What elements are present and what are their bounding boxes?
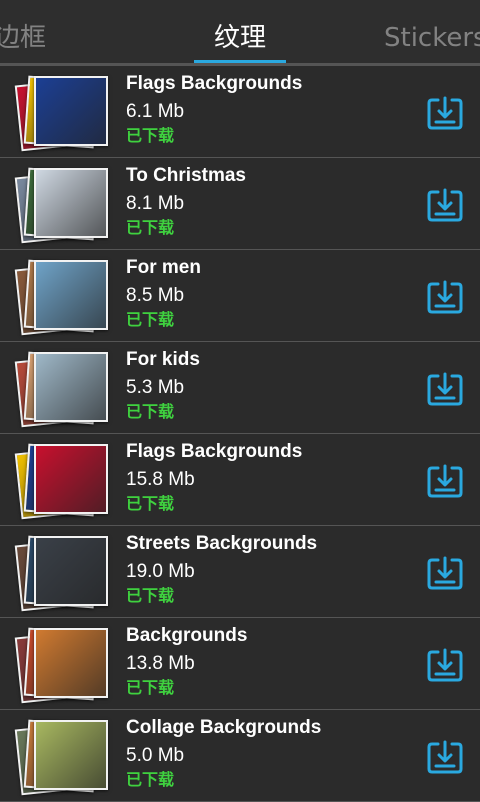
pack-title: To Christmas (126, 165, 247, 186)
list-item[interactable]: To Christmas 8.1 Mb 已下载 (0, 158, 480, 250)
thumbnail-card (34, 76, 108, 146)
pack-size: 8.5 Mb (126, 285, 185, 306)
pack-size: 19.0 Mb (126, 561, 195, 582)
list-item[interactable]: For men 8.5 Mb 已下载 (0, 250, 480, 342)
download-icon[interactable] (426, 554, 464, 592)
thumbnail-card (34, 168, 108, 238)
pack-thumbnail (14, 626, 110, 704)
thumbnail-card (34, 536, 108, 606)
pack-thumbnail (14, 350, 110, 428)
thumbnail-card (34, 444, 108, 514)
tab-bar: 边框 纹理 Stickers (0, 0, 480, 66)
download-icon[interactable] (426, 646, 464, 684)
thumbnail-card (34, 720, 108, 790)
pack-title: Backgrounds (126, 625, 248, 646)
thumbnail-card (34, 260, 108, 330)
list-item[interactable]: Backgrounds 13.8 Mb 已下载 (0, 618, 480, 710)
tab-stickers[interactable]: Stickers (384, 18, 480, 58)
pack-size: 5.3 Mb (126, 377, 185, 398)
download-status: 已下载 (126, 402, 175, 421)
download-status: 已下载 (126, 494, 175, 513)
pack-title: Collage Backgrounds (126, 717, 322, 738)
download-icon[interactable] (426, 94, 464, 132)
list-item[interactable]: For kids 5.3 Mb 已下载 (0, 342, 480, 434)
list-item[interactable]: Collage Backgrounds 5.0 Mb 已下载 (0, 710, 480, 802)
pack-size: 13.8 Mb (126, 653, 195, 674)
download-status: 已下载 (126, 586, 175, 605)
texture-pack-list: Flags Backgrounds 6.1 Mb 已下载 To Christmas 8.… (0, 66, 480, 802)
list-item[interactable]: Streets Backgrounds 19.0 Mb 已下载 (0, 526, 480, 618)
download-status: 已下载 (126, 678, 175, 697)
pack-thumbnail (14, 442, 110, 520)
download-status: 已下载 (126, 770, 175, 789)
thumbnail-card (34, 352, 108, 422)
pack-thumbnail (14, 718, 110, 796)
pack-size: 15.8 Mb (126, 469, 195, 490)
pack-thumbnail (14, 534, 110, 612)
pack-size: 8.1 Mb (126, 193, 185, 214)
pack-title: Flags Backgrounds (126, 73, 303, 94)
pack-title: For men (126, 257, 201, 278)
download-icon[interactable] (426, 278, 464, 316)
thumbnail-card (34, 628, 108, 698)
pack-thumbnail (14, 166, 110, 244)
pack-thumbnail (14, 74, 110, 152)
download-status: 已下载 (126, 126, 175, 145)
download-status: 已下载 (126, 310, 175, 329)
download-status: 已下载 (126, 218, 175, 237)
download-icon[interactable] (426, 462, 464, 500)
pack-thumbnail (14, 258, 110, 336)
pack-size: 5.0 Mb (126, 745, 185, 766)
pack-title: For kids (126, 349, 200, 370)
pack-size: 6.1 Mb (126, 101, 185, 122)
list-item[interactable]: Flags Backgrounds 15.8 Mb 已下载 (0, 434, 480, 526)
pack-title: Streets Backgrounds (126, 533, 318, 554)
list-item[interactable]: Flags Backgrounds 6.1 Mb 已下载 (0, 66, 480, 158)
download-icon[interactable] (426, 186, 464, 224)
download-icon[interactable] (426, 738, 464, 776)
download-icon[interactable] (426, 370, 464, 408)
pack-title: Flags Backgrounds (126, 441, 303, 462)
